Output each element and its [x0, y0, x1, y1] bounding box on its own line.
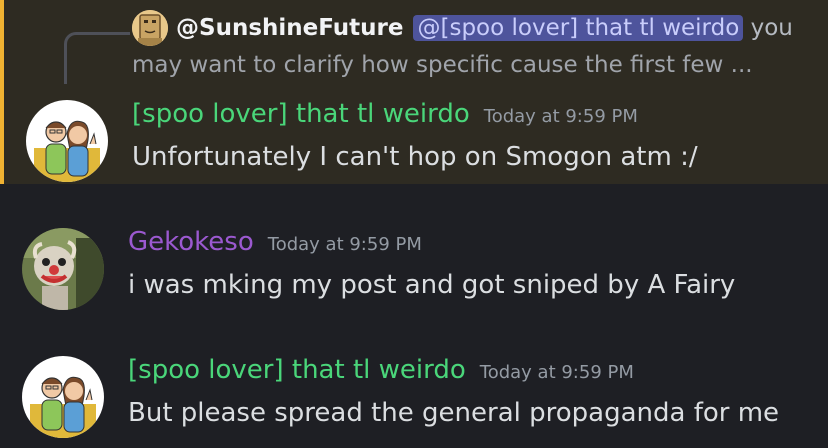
avatar[interactable]	[22, 356, 104, 438]
reply-avatar[interactable]	[132, 10, 168, 46]
message-highlighted[interactable]: @SunshineFuture @[spoo lover] that tl wei…	[0, 0, 828, 184]
message-content: But please spread the general propaganda…	[128, 398, 780, 428]
username[interactable]: Gekokeso	[128, 227, 254, 257]
message[interactable]: [spoo lover] that tl weirdo Today at 9:59…	[0, 312, 828, 448]
avatar[interactable]	[26, 100, 108, 182]
username[interactable]: [spoo lover] that tl weirdo	[132, 99, 470, 129]
reply-text-line2[interactable]: may want to clarify how specific cause t…	[132, 49, 753, 81]
reply-author[interactable]: @SunshineFuture	[176, 15, 403, 41]
avatar[interactable]	[22, 228, 104, 310]
avatar-couple-image	[22, 356, 104, 438]
reply-text-line1: you	[743, 15, 793, 41]
message[interactable]: Gekokeso Today at 9:59 PM i was mking my …	[0, 184, 828, 312]
message-content: Unfortunately I can't hop on Smogon atm …	[132, 142, 698, 172]
message-header: [spoo lover] that tl weirdo Today at 9:59…	[132, 96, 638, 135]
reply-avatar-image	[132, 10, 168, 46]
username[interactable]: [spoo lover] that tl weirdo	[128, 355, 466, 385]
message-header: [spoo lover] that tl weirdo Today at 9:59…	[128, 352, 634, 391]
reply-connector-line	[64, 32, 130, 84]
avatar-clown-image	[22, 228, 104, 310]
timestamp[interactable]: Today at 9:59 PM	[484, 106, 638, 127]
reply-preview[interactable]: @SunshineFuture @[spoo lover] that tl wei…	[176, 12, 793, 44]
avatar-couple-image	[26, 100, 108, 182]
reply-mention[interactable]: @[spoo lover] that tl weirdo	[413, 15, 744, 41]
timestamp[interactable]: Today at 9:59 PM	[480, 362, 634, 383]
timestamp[interactable]: Today at 9:59 PM	[268, 234, 422, 255]
chat-message-list: @SunshineFuture @[spoo lover] that tl wei…	[0, 0, 828, 448]
message-header: Gekokeso Today at 9:59 PM	[128, 224, 422, 263]
message-content: i was mking my post and got sniped by A …	[128, 270, 736, 300]
